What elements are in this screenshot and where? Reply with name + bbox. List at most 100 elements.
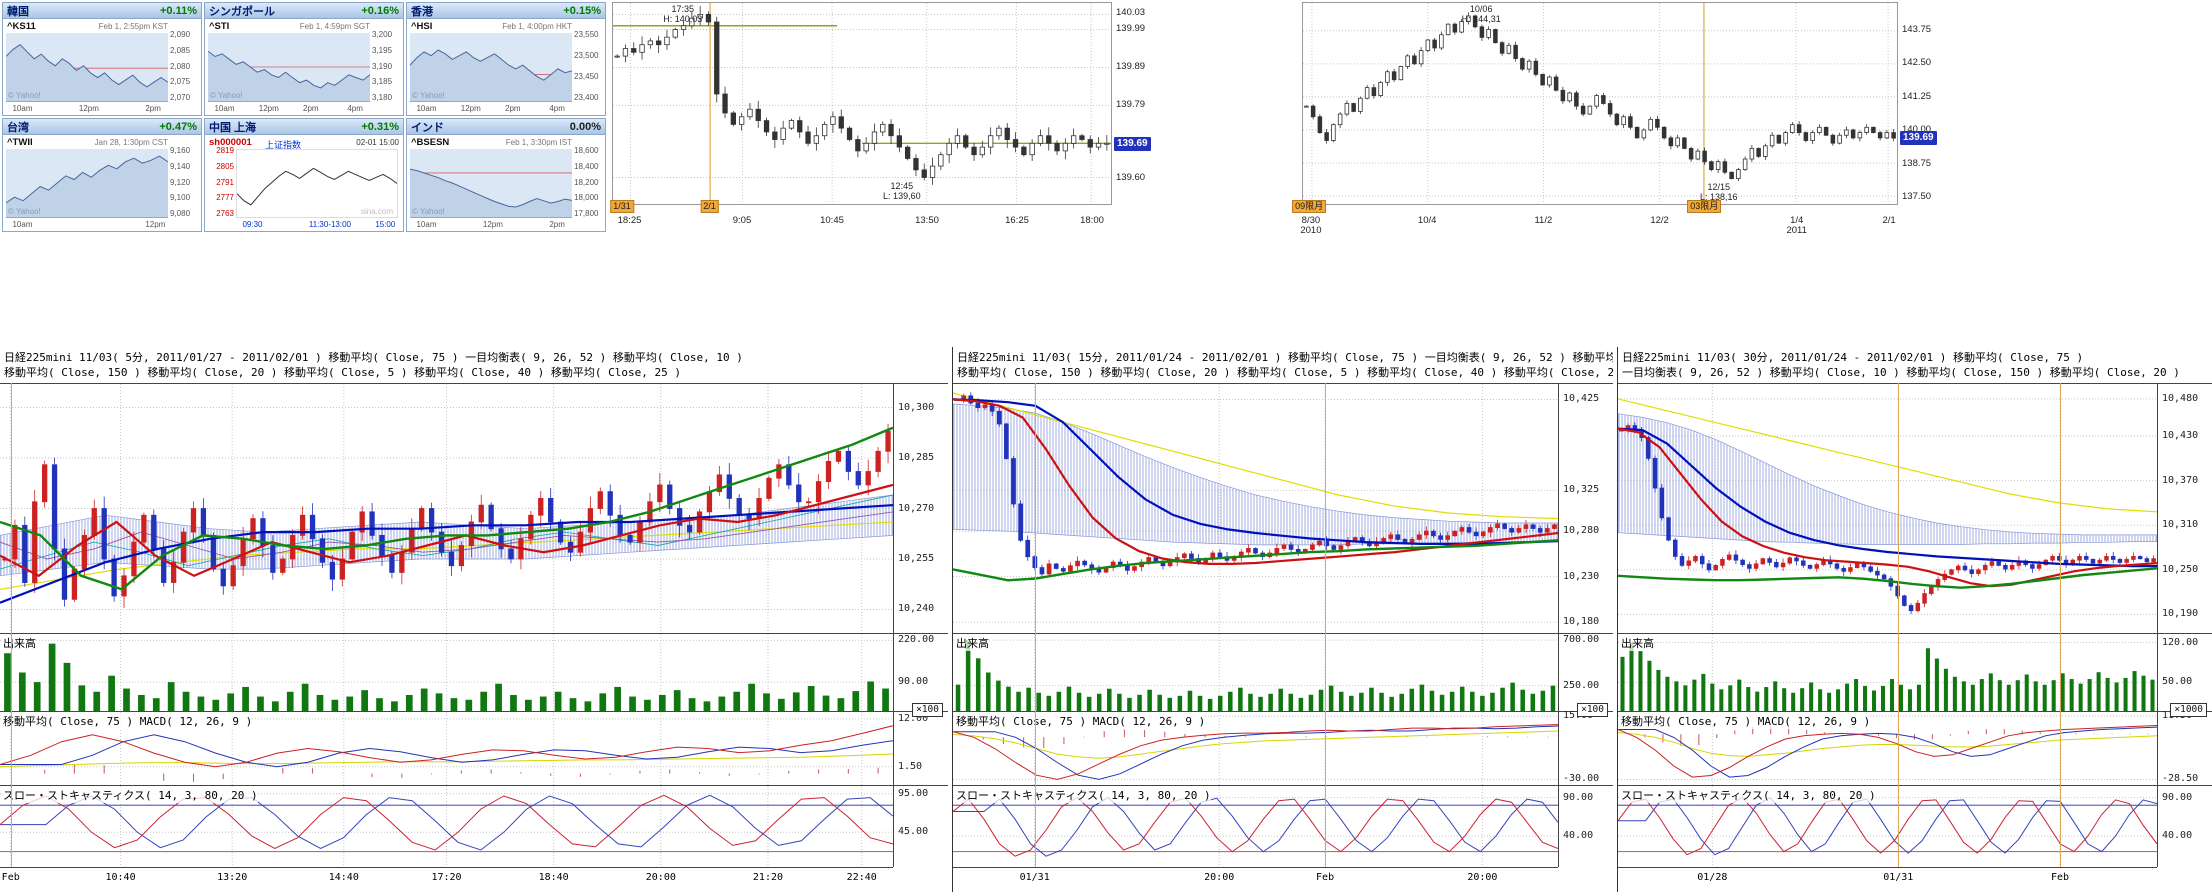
x-axis-label: 2pm: [505, 104, 521, 113]
panel-subtitle: 移動平均( Close, 150 ) 移動平均( Close, 20 ) 移動平…: [4, 365, 948, 380]
x-axis-label: 11/2: [1534, 216, 1552, 226]
volume-multiplier-badge: ×1000: [2170, 703, 2207, 717]
quote-tile-korea[interactable]: 韓国 +0.11% ^KS11 Feb 1, 2:55pm KST 2,0902…: [2, 2, 202, 116]
y-axis-label: 3,200: [372, 30, 401, 39]
y-axis-labels: 18,60018,40018,20018,00017,800: [574, 146, 603, 218]
y-axis-label: 2,090: [170, 30, 199, 39]
y-axis-label: 139.89: [1116, 61, 1145, 73]
stochastics-label: スロー・ストキャスティクス( 14, 3, 80, 20 ): [956, 787, 1211, 803]
volume-multiplier-badge: ×100: [1577, 703, 1608, 717]
quote-tile-taiwan[interactable]: 台湾 +0.47% ^TWII Jan 28, 1:30pm CST 9,160…: [2, 118, 202, 232]
fx-daily-chart: 10/06H: 144,3112/15L: 138,16 143.75142.5…: [1302, 0, 1944, 233]
y-axis-label: 700.00: [1563, 634, 1599, 646]
y-axis-label: 10,180: [1563, 616, 1599, 628]
y-axis-label: 140.03: [1116, 7, 1145, 19]
y-axis-label: 137.50: [1902, 191, 1931, 203]
y-axis-labels: 3,2003,1953,1903,1853,180: [372, 30, 401, 102]
stochastics-label: スロー・ストキャスティクス( 14, 3, 80, 20 ): [1621, 787, 1876, 803]
y-axis-label: 1.50: [898, 761, 922, 773]
macd-section: 移動平均( Close, 75 ) MACD( 12, 26, 9 ) 15.0…: [953, 711, 1613, 785]
watermark: © Yahoo!: [412, 91, 445, 100]
y-axis-label: 18,400: [574, 162, 603, 171]
quote-tile-shanghai[interactable]: 中国 上海 +0.31% sh000001 上证指数 02-01 15:00 2…: [204, 118, 404, 232]
x-axis-label: 10am: [416, 104, 436, 113]
y-axis-label: 18,000: [574, 193, 603, 202]
contract-day-marker: 2/1: [700, 200, 719, 213]
y-axis-label: 10,190: [2162, 608, 2198, 620]
stochastics-axis: 90.0040.00: [1558, 786, 1613, 867]
y-axis-label: 23,550: [574, 30, 603, 39]
y-axis-label: 2,085: [170, 46, 199, 55]
x-axis-label: 10am: [214, 104, 234, 113]
price-annotation: 12:45L: 139,60: [883, 181, 921, 201]
x-axis-label: 2pm: [303, 104, 319, 113]
quote-header: 中国 上海 +0.31%: [205, 119, 403, 135]
price-axis: 140.03139.99139.89139.79139.60139.69: [1113, 2, 1158, 205]
x-axis-label: 21:20: [753, 872, 783, 883]
y-axis-label: 143.75: [1902, 24, 1931, 36]
price-chart[interactable]: [0, 384, 893, 633]
y-axis-label: 23,450: [574, 72, 603, 81]
candlestick-plot[interactable]: 10/06H: 144,3112/15L: 138,16: [1302, 2, 1898, 205]
y-axis-label: 2,080: [170, 62, 199, 71]
y-axis-label: 10,480: [2162, 393, 2198, 405]
chart-panel-30min: 日経225mini 11/03( 30分, 2011/01/24 - 2011/…: [1617, 347, 2212, 892]
x-axis-label: 22:40: [847, 872, 877, 883]
price-chart[interactable]: [953, 384, 1558, 633]
x-axis-label: 2pm: [549, 220, 565, 229]
y-axis-label: 10,270: [898, 503, 934, 515]
quote-body: sh000001 上证指数 02-01 15:00 28192805279127…: [205, 136, 403, 231]
price-axis: 143.75142.50141.25140.00138.75137.50139.…: [1899, 2, 1944, 205]
quote-header: 台湾 +0.47%: [3, 119, 201, 135]
contract-day-marker: 03限月: [1687, 200, 1721, 213]
macd-section: 移動平均( Close, 75 ) MACD( 12, 26, 9 ) 11.5…: [1618, 711, 2212, 785]
quote-tile-hongkong[interactable]: 香港 +0.15% ^HSI Feb 1, 4:00pm HKT 23,5502…: [406, 2, 606, 116]
x-axis-labels: 10am12pm2pm4pm: [208, 104, 370, 114]
y-axis-label: 2,070: [170, 93, 199, 102]
volume-chart[interactable]: [953, 634, 1558, 711]
x-axis-label: 4pm: [347, 104, 363, 113]
fx-intraday-chart: 17:35H: 140,0312:45L: 139,60 140.03 139.9…: [612, 0, 1158, 233]
quote-tile-singapore[interactable]: シンガポール +0.16% ^STI Feb 1, 4:59pm SGT 3,2…: [204, 2, 404, 116]
quote-timestamp: Jan 28, 1:30pm CST: [95, 138, 168, 147]
x-axis-label: 12pm: [483, 220, 503, 229]
panel-subtitle: 移動平均( Close, 150 ) 移動平均( Close, 20 ) 移動平…: [957, 365, 1613, 380]
chart-panel-5min: 日経225mini 11/03( 5分, 2011/01/27 - 2011/0…: [0, 347, 948, 892]
candlestick-plot[interactable]: 17:35H: 140,0312:45L: 139,60: [612, 2, 1112, 205]
price-axis: 10,42510,32510,28010,23010,180: [1558, 384, 1613, 633]
ticker-symbol: ^KS11: [7, 21, 36, 32]
x-axis-label: 14:40: [329, 872, 359, 883]
contract-day-marker: 1/31: [610, 200, 634, 213]
current-price-highlight: 139.69: [1114, 137, 1151, 151]
y-axis-label: 139.99: [1116, 23, 1145, 35]
price-chart[interactable]: [1618, 384, 2157, 633]
y-axis-label: 2805: [207, 162, 234, 171]
x-axis-label: 20:00: [1467, 872, 1497, 883]
volume-chart[interactable]: [0, 634, 893, 711]
market-name: インド: [411, 119, 444, 135]
quote-body: ^KS11 Feb 1, 2:55pm KST 2,0902,0852,0802…: [3, 20, 201, 115]
x-axis-label: 01/31: [1020, 872, 1050, 883]
volume-chart[interactable]: [1618, 634, 2157, 711]
y-axis-label: 3,190: [372, 62, 401, 71]
watermark: © Yahoo!: [412, 207, 445, 216]
y-axis-label: 139.79: [1116, 99, 1145, 111]
price-section: 10,42510,32510,28010,23010,180: [953, 383, 1613, 633]
price-canvas: [953, 384, 1558, 633]
y-axis-label: 2777: [207, 193, 234, 202]
y-axis-label: -30.00: [1563, 773, 1599, 785]
y-axis-label: 90.00: [1563, 792, 1593, 804]
market-change: +0.47%: [159, 121, 197, 133]
volume-canvas: [953, 634, 1558, 711]
volume-axis: 220.0090.00: [893, 634, 948, 711]
volume-section: 出来高 120.0050.00: [1618, 633, 2212, 711]
price-canvas: [0, 384, 893, 633]
y-axis-label: 10,370: [2162, 475, 2198, 487]
market-name: 中国 上海: [209, 119, 256, 135]
y-axis-label: 10,325: [1563, 484, 1599, 496]
y-axis-label: 10,280: [1563, 525, 1599, 537]
volume-axis: 700.00250.00: [1558, 634, 1613, 711]
y-axis-labels: 23,55023,50023,45023,400: [574, 30, 603, 102]
time-axis: 01/3120:00Feb20:00: [953, 867, 1558, 892]
quote-tile-india[interactable]: インド 0.00% ^BSESN Feb 1, 3:30pm IST 18,60…: [406, 118, 606, 232]
